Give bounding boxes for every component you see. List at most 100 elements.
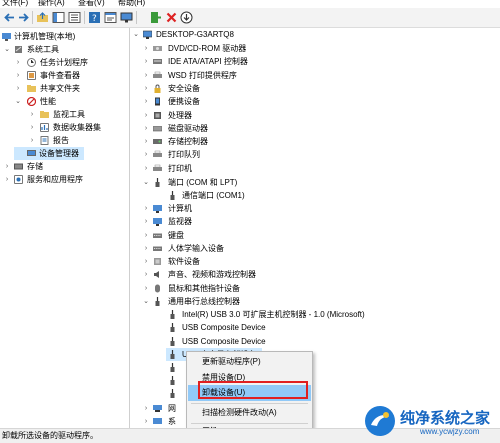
printer-icon xyxy=(153,164,162,171)
tree-item-device-manager[interactable]: 设备管理器 xyxy=(14,147,84,160)
tree-label: 监视工具 xyxy=(53,110,85,119)
menu-help[interactable]: 帮助(H) xyxy=(118,0,145,8)
tree-label: 存储 xyxy=(27,162,43,171)
chevron-right-icon[interactable]: › xyxy=(142,42,150,55)
list-view-icon[interactable] xyxy=(68,11,81,24)
chevron-down-icon[interactable]: ⌄ xyxy=(3,43,11,56)
data-collector-icon xyxy=(40,123,49,132)
chevron-right-icon[interactable]: › xyxy=(142,282,150,295)
menu-action[interactable]: 操作(A) xyxy=(38,0,65,8)
usb-icon xyxy=(155,297,160,306)
device-label: 安全设备 xyxy=(168,84,200,93)
dvd-drive-icon xyxy=(153,46,162,51)
speaker-icon xyxy=(154,271,159,278)
chevron-right-icon[interactable]: › xyxy=(3,173,11,186)
tree-label: 数据收集器集 xyxy=(53,123,101,132)
chevron-down-icon[interactable]: ⌄ xyxy=(132,28,140,41)
update-driver-icon[interactable] xyxy=(149,11,162,24)
system-tools-icon xyxy=(15,46,22,53)
usb-icon xyxy=(170,389,175,398)
chevron-right-icon[interactable]: › xyxy=(142,122,150,135)
chevron-right-icon[interactable]: › xyxy=(14,56,22,69)
chevron-right-icon[interactable]: › xyxy=(142,95,150,108)
device-label: 软件设备 xyxy=(168,257,200,266)
tree-label: 任务计划程序 xyxy=(40,58,88,67)
menu-item-scan-hardware[interactable]: 扫描检测硬件改动(A) xyxy=(188,405,311,421)
up-folder-icon[interactable] xyxy=(36,11,49,24)
system-device-icon xyxy=(153,418,162,424)
chevron-right-icon[interactable]: › xyxy=(142,402,150,415)
help-icon[interactable]: ? xyxy=(88,11,101,24)
menu-item-update-driver[interactable]: 更新驱动程序(P) xyxy=(188,354,311,370)
chevron-right-icon[interactable]: › xyxy=(14,82,22,95)
device-label: 打印队列 xyxy=(168,150,200,159)
device-label: 通用串行总线控制器 xyxy=(168,297,240,306)
device-label: 鼠标和其他指针设备 xyxy=(168,284,240,293)
device-label: WSD 打印提供程序 xyxy=(168,71,237,80)
device-label: Intel(R) USB 3.0 可扩展主机控制器 - 1.0 (Microso… xyxy=(182,310,365,319)
device-label: 网 xyxy=(168,404,176,413)
chevron-right-icon[interactable]: › xyxy=(3,160,11,173)
tree-label: 设备管理器 xyxy=(39,149,79,158)
chevron-right-icon[interactable]: › xyxy=(28,134,36,147)
chevron-right-icon[interactable]: › xyxy=(142,215,150,228)
uninstall-x-icon[interactable] xyxy=(165,11,178,24)
device-label: 计算机 xyxy=(168,204,192,213)
chevron-down-icon[interactable]: ⌄ xyxy=(14,95,22,108)
device-label: 系 xyxy=(168,417,176,426)
chevron-right-icon[interactable]: › xyxy=(28,108,36,121)
clock-icon xyxy=(27,58,36,67)
device-label: 通信端口 (COM1) xyxy=(182,191,245,200)
chevron-right-icon[interactable]: › xyxy=(14,69,22,82)
chevron-right-icon[interactable]: › xyxy=(142,69,150,82)
chevron-right-icon[interactable]: › xyxy=(142,148,150,161)
mouse-icon xyxy=(155,284,160,293)
network-adapter-icon xyxy=(153,405,162,412)
keyboard-icon xyxy=(153,233,162,238)
processor-icon xyxy=(154,112,161,119)
forward-arrow-icon[interactable] xyxy=(17,11,30,24)
portable-device-icon xyxy=(155,97,160,106)
toolbar: ? xyxy=(0,8,500,28)
chevron-right-icon[interactable]: › xyxy=(142,415,150,428)
usb-icon xyxy=(170,350,175,359)
chevron-right-icon[interactable]: › xyxy=(28,121,36,134)
chevron-right-icon[interactable]: › xyxy=(142,82,150,95)
event-viewer-icon xyxy=(27,71,36,80)
storage-icon xyxy=(14,163,23,170)
download-circle-icon[interactable] xyxy=(180,11,193,24)
hid-icon xyxy=(153,246,162,251)
chevron-down-icon[interactable]: ⌄ xyxy=(142,295,150,308)
chevron-right-icon[interactable]: › xyxy=(142,109,150,122)
tree-label: 系统工具 xyxy=(27,45,59,54)
properties-sheet-icon[interactable] xyxy=(104,11,117,24)
chevron-right-icon[interactable]: › xyxy=(142,162,150,175)
security-device-icon xyxy=(154,84,161,93)
chevron-down-icon[interactable]: ⌄ xyxy=(142,176,150,189)
chevron-right-icon[interactable]: › xyxy=(142,55,150,68)
disk-drive-icon xyxy=(153,126,162,132)
printer-icon xyxy=(153,71,162,78)
monitor-icon[interactable] xyxy=(120,11,133,24)
device-label: 打印机 xyxy=(168,164,192,173)
device-label: DVD/CD-ROM 驱动器 xyxy=(168,44,247,53)
watermark: 纯净系统之家 www.ycwjzy.com xyxy=(362,401,500,442)
menu-file[interactable]: 文件(F) xyxy=(2,0,28,8)
chevron-right-icon[interactable]: › xyxy=(142,242,150,255)
back-arrow-icon[interactable] xyxy=(3,11,16,24)
performance-no-entry-icon xyxy=(27,97,36,106)
toolbar-separator xyxy=(136,11,137,24)
chevron-right-icon[interactable]: › xyxy=(142,202,150,215)
com-port-icon xyxy=(170,191,175,200)
tree-label: 性能 xyxy=(40,97,56,106)
menu-view[interactable]: 查看(V) xyxy=(78,0,105,8)
show-hide-tree-icon[interactable] xyxy=(52,11,65,24)
chevron-right-icon[interactable]: › xyxy=(142,255,150,268)
device-label: USB Composite Device xyxy=(182,323,266,332)
software-device-icon xyxy=(154,258,161,265)
chevron-right-icon[interactable]: › xyxy=(142,135,150,148)
chevron-right-icon[interactable]: › xyxy=(142,229,150,242)
toolbar-separator xyxy=(32,11,33,24)
ide-controller-icon xyxy=(153,59,162,64)
chevron-right-icon[interactable]: › xyxy=(142,268,150,281)
